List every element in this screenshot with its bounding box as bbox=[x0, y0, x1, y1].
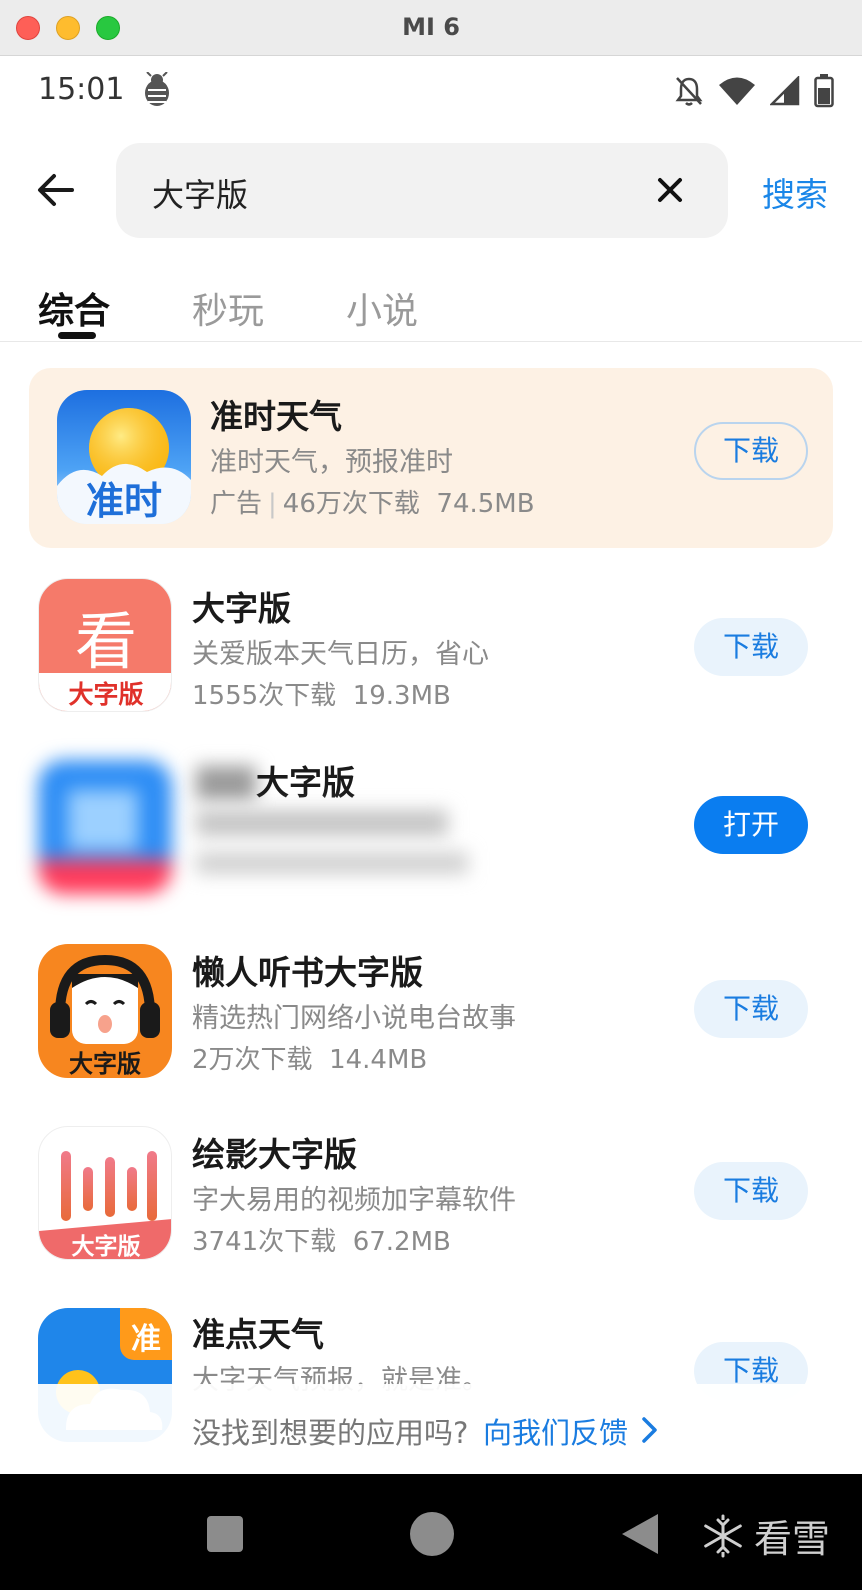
status-time: 15:01 bbox=[38, 72, 125, 107]
list-item[interactable]: 大字版 懒人听书大字版 精选热门网络小说电台故事 2万次下载 14.4MB 下载 bbox=[0, 922, 862, 1102]
signal-icon bbox=[770, 76, 800, 106]
watermark: 看雪 bbox=[700, 1508, 830, 1563]
navigation-bar: 看雪 bbox=[0, 1474, 862, 1590]
tab-comprehensive[interactable]: 综合 bbox=[38, 282, 110, 334]
download-button[interactable]: 下载 bbox=[694, 618, 808, 676]
ad-badge: 广告 bbox=[210, 489, 263, 519]
app-meta: 广告 | 46万次下载 74.5MB bbox=[210, 489, 535, 519]
app-icon-label: 大字版 bbox=[69, 1050, 141, 1078]
app-name: 大字版 bbox=[192, 589, 291, 628]
download-button[interactable]: 下载 bbox=[694, 1162, 808, 1220]
app-name: 准时天气 bbox=[210, 397, 342, 436]
redacted-meta bbox=[196, 852, 468, 874]
app-name: 绘影大字版 bbox=[192, 1135, 357, 1174]
download-count: 3741次下载 bbox=[192, 1227, 337, 1257]
nav-back-icon[interactable] bbox=[620, 1512, 660, 1556]
window-title: MI 6 bbox=[402, 13, 460, 41]
tab-bar: 综合 秒玩 小说 bbox=[0, 276, 862, 342]
bell-off-icon bbox=[675, 77, 703, 106]
app-name: 准点天气 bbox=[192, 1315, 324, 1354]
app-icon bbox=[38, 760, 172, 894]
window-title-bar: MI 6 bbox=[0, 0, 862, 56]
back-arrow-icon[interactable] bbox=[36, 170, 76, 210]
tab-active-indicator bbox=[58, 332, 96, 339]
download-count: 1555次下载 bbox=[192, 681, 337, 711]
app-description: 字大易用的视频加字幕软件 bbox=[192, 1185, 516, 1216]
app-description: 精选热门网络小说电台故事 bbox=[192, 1003, 516, 1034]
list-item[interactable]: 大字版 打开 bbox=[0, 744, 862, 924]
app-icon-glyph: 看 bbox=[74, 605, 137, 678]
app-icon-label: 大字版 bbox=[68, 680, 144, 709]
app-icon: 准时 bbox=[57, 390, 191, 524]
app-icon-label: 准时 bbox=[85, 479, 162, 523]
app-icon: 大字版 bbox=[38, 944, 172, 1078]
search-input[interactable]: 大字版 bbox=[116, 143, 728, 238]
list-item[interactable]: 大字版 绘影大字版 字大易用的视频加字幕软件 3741次下载 67.2MB 下载 bbox=[0, 1104, 862, 1284]
download-count: 2万次下载 bbox=[192, 1045, 313, 1075]
search-query: 大字版 bbox=[152, 176, 249, 214]
battery-icon bbox=[814, 74, 834, 108]
feedback-bar: 没找到想要的应用吗? 向我们反馈 bbox=[0, 1384, 862, 1474]
watermark-text: 看雪 bbox=[754, 1517, 831, 1561]
feedback-link[interactable]: 向我们反馈 bbox=[483, 1410, 628, 1452]
app-name: 懒人听书大字版 bbox=[192, 953, 423, 992]
list-item[interactable]: 准时 准时天气 准时天气，预报准时 广告 | 46万次下载 74.5MB 下载 bbox=[0, 368, 862, 548]
app-icon-label: 大字版 bbox=[71, 1234, 141, 1260]
wifi-icon bbox=[719, 77, 755, 105]
chevron-right-icon[interactable] bbox=[638, 1415, 660, 1445]
app-size: 19.3MB bbox=[352, 681, 451, 711]
app-meta: 3741次下载 67.2MB bbox=[192, 1221, 451, 1258]
redacted-description bbox=[196, 810, 448, 836]
list-item[interactable]: 看 大字版 大字版 关爱版本天气日历，省心 1555次下载 19.3MB 下载 bbox=[0, 562, 862, 742]
app-meta: 1555次下载 19.3MB bbox=[192, 675, 451, 712]
snowflake-icon bbox=[704, 1514, 742, 1557]
app-description: 准时天气，预报准时 bbox=[210, 447, 453, 478]
status-bar: 15:01 bbox=[0, 56, 862, 122]
bug-icon bbox=[145, 72, 169, 106]
search-button[interactable]: 搜索 bbox=[762, 168, 828, 216]
close-icon[interactable] bbox=[656, 176, 684, 204]
app-icon: 大字版 bbox=[38, 1126, 172, 1260]
home-button[interactable] bbox=[410, 1512, 454, 1556]
tab-novels[interactable]: 小说 bbox=[346, 282, 418, 334]
open-button[interactable]: 打开 bbox=[694, 796, 808, 854]
app-meta: 2万次下载 14.4MB bbox=[192, 1039, 427, 1076]
app-size: 74.5MB bbox=[436, 489, 535, 519]
app-description: 关爱版本天气日历，省心 bbox=[192, 639, 489, 670]
redacted-text bbox=[196, 766, 256, 800]
app-icon: 看 大字版 bbox=[38, 578, 172, 712]
download-button[interactable]: 下载 bbox=[694, 422, 808, 480]
app-size: 14.4MB bbox=[329, 1045, 428, 1075]
download-count: 46万次下载 bbox=[282, 489, 420, 519]
recents-button[interactable] bbox=[207, 1516, 243, 1552]
app-size: 67.2MB bbox=[352, 1227, 451, 1257]
download-button[interactable]: 下载 bbox=[694, 980, 808, 1038]
app-name: 大字版 bbox=[256, 763, 355, 802]
feedback-prompt: 没找到想要的应用吗? bbox=[192, 1416, 469, 1450]
tab-instant-play[interactable]: 秒玩 bbox=[192, 282, 264, 334]
